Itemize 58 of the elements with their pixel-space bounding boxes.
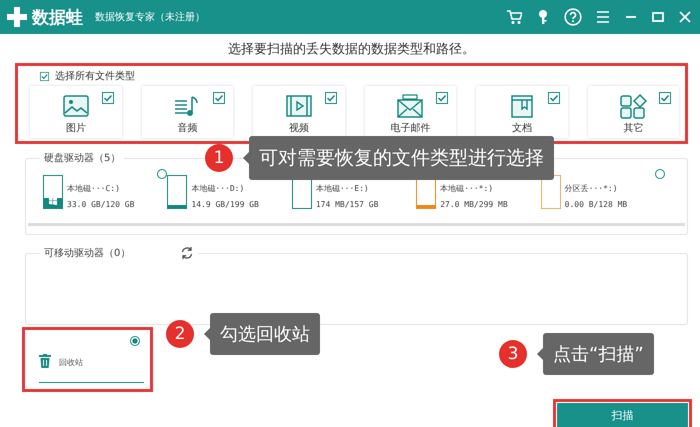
cart-icon[interactable] (506, 9, 522, 25)
app-name: 数据蛙 (32, 6, 83, 28)
menu-icon[interactable] (595, 9, 611, 25)
checkbox[interactable] (213, 92, 225, 104)
radio-button[interactable] (157, 169, 168, 179)
file-type-label: 电子邮件 (390, 122, 430, 135)
callout-tooltip: 可对需要恢复的文件类型进行选择 (249, 136, 554, 180)
file-type-label: 图片 (66, 122, 86, 135)
section-title: 可移动驱动器（0） (40, 246, 180, 260)
envelope-icon (396, 93, 424, 119)
drive-name: 本地磁···E:) (316, 183, 370, 194)
checkbox[interactable] (102, 92, 114, 104)
file-type-card[interactable]: 音频 (142, 86, 233, 138)
step-number-badge: 2 (166, 320, 194, 348)
image-icon (62, 93, 90, 119)
callout-tooltip: 点击“扫描” (543, 333, 654, 375)
callout-tooltip: 勾选回收站 (210, 313, 320, 355)
maximize-icon[interactable] (651, 10, 665, 24)
section-title: 硬盘驱动器（5） (40, 151, 124, 165)
drive-usage: 27.0 MB/299 MB (440, 200, 508, 209)
checkbox[interactable] (548, 92, 560, 104)
file-type-label: 文档 (512, 122, 532, 135)
drive-usage: 0.00 B/128 MB (564, 200, 628, 209)
drive-name: 本地磁···D:) (191, 183, 246, 194)
checkbox[interactable] (40, 72, 49, 80)
file-type-label: 其它 (623, 122, 644, 135)
file-type-label: 音频 (177, 122, 198, 135)
trash-icon (39, 354, 51, 368)
film-icon (284, 93, 313, 119)
checkbox-label: 选择所有文件类型 (55, 70, 135, 83)
close-icon[interactable] (678, 10, 692, 24)
radio-button[interactable] (655, 169, 666, 179)
drive-usage: 33.0 GB/120 GB (67, 200, 134, 209)
file-type-label: 视频 (288, 122, 309, 135)
checkbox[interactable] (436, 92, 448, 104)
window-title: 数据恢复专家（未注册） (95, 10, 205, 24)
drive-name: 本地磁···*:) (440, 183, 494, 194)
drive-name: 分区丢···*:) (564, 183, 619, 194)
step-number-badge: 1 (205, 144, 233, 172)
file-type-card[interactable]: 图片 (30, 86, 122, 138)
file-type-card[interactable]: 其它 (588, 86, 679, 138)
scan-button[interactable]: 扫描 (557, 403, 688, 427)
refresh-icon[interactable] (180, 246, 198, 260)
recycle-bin-card[interactable]: 回收站 (22, 327, 153, 392)
help-icon[interactable] (564, 8, 582, 26)
grid-shapes-icon (619, 93, 648, 119)
step-number-badge: 3 (499, 340, 527, 368)
logo-icon (6, 6, 28, 28)
instruction-text: 选择要扫描的丢失数据的数据类型和路径。 (227, 41, 476, 58)
file-type-card[interactable]: 文档 (476, 86, 568, 138)
checkbox[interactable] (324, 92, 336, 104)
drive-name: 本地磁···C:) (67, 183, 121, 194)
windows-logo-icon (49, 197, 57, 205)
radio-button[interactable] (130, 336, 140, 346)
drive-usage: 14.9 GB/199 GB (191, 200, 259, 209)
checkbox[interactable] (659, 92, 671, 104)
drive-usage: 174 MB/157 GB (316, 200, 378, 209)
recycle-bin-label: 回收站 (59, 357, 83, 368)
